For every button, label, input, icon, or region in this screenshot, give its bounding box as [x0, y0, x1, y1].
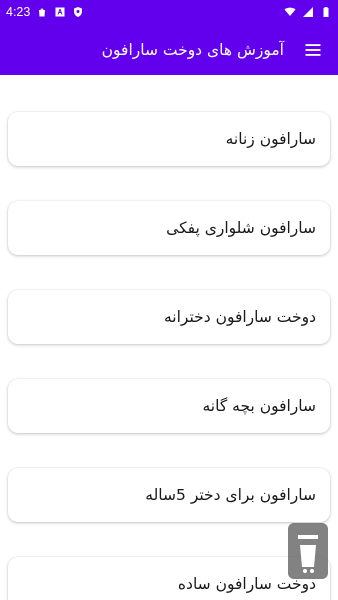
- list-item[interactable]: دوخت سارافون ساده: [8, 557, 330, 600]
- list-item[interactable]: سارافون زنانه: [8, 112, 330, 166]
- wifi-icon: [284, 6, 296, 18]
- app-bar: آموزش های دوخت سارافون: [0, 24, 338, 75]
- list-item[interactable]: دوخت سارافون دخترانه: [8, 290, 330, 344]
- list-item[interactable]: سارافون بچه گانه: [8, 379, 330, 433]
- bazaar-icon: [54, 6, 66, 18]
- status-right-group: [284, 6, 332, 18]
- list-item-label: دوخت سارافون دخترانه: [164, 308, 316, 326]
- battery-icon: [320, 6, 332, 18]
- list-item-label: سارافون شلواری پفکی: [166, 219, 316, 237]
- bazaar-watermark-icon: [286, 521, 330, 581]
- list-item[interactable]: سارافون برای دختر 5ساله: [8, 468, 330, 522]
- signal-icon: [302, 6, 314, 18]
- app-title: آموزش های دوخت سارافون: [101, 40, 284, 59]
- status-time: 4:23: [6, 5, 31, 19]
- shield-icon: [72, 6, 84, 18]
- shopping-bag-icon: [36, 6, 48, 18]
- list-item-label: سارافون برای دختر 5ساله: [145, 486, 316, 504]
- list-item-label: سارافون بچه گانه: [202, 397, 316, 415]
- status-left-group: 4:23: [6, 5, 84, 19]
- list-item[interactable]: سارافون شلواری پفکی: [8, 201, 330, 255]
- status-bar: 4:23: [0, 0, 338, 24]
- list-item-label: سارافون زنانه: [225, 130, 316, 148]
- menu-icon[interactable]: [302, 39, 324, 61]
